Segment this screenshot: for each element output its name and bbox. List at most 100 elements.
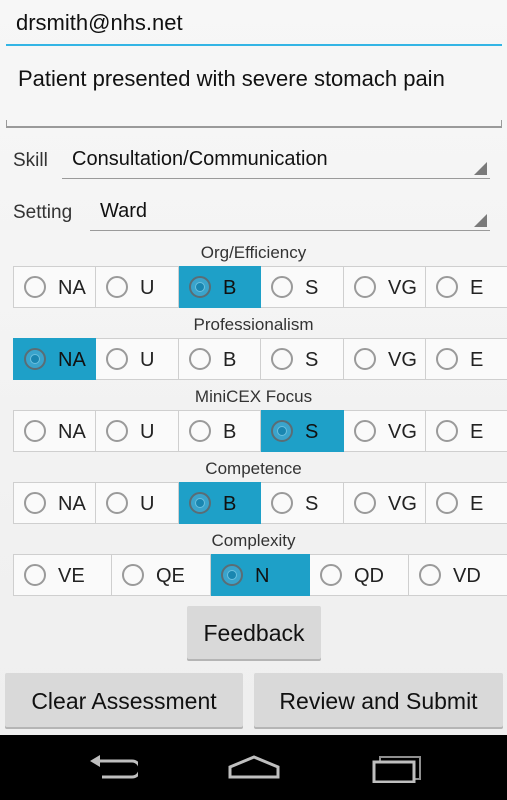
radio-option-u[interactable]: U	[96, 338, 179, 380]
radio-option-label: E	[470, 493, 484, 515]
radio-option-label: E	[470, 349, 484, 371]
radio-option-vg[interactable]: VG	[344, 482, 426, 524]
radio-option-vg[interactable]: VG	[344, 266, 426, 308]
setting-value: Ward	[100, 200, 148, 222]
radio-option-na[interactable]: NA	[13, 410, 96, 452]
radio-icon	[271, 348, 293, 370]
radio-icon	[24, 564, 46, 586]
radio-option-ve[interactable]: VE	[13, 554, 112, 596]
radio-option-label: E	[470, 421, 484, 443]
radio-option-label: VG	[388, 493, 417, 515]
radio-icon	[419, 564, 441, 586]
radio-option-b[interactable]: B	[179, 410, 261, 452]
clear-assessment-button[interactable]: Clear Assessment	[5, 673, 243, 729]
radio-icon	[24, 348, 46, 370]
system-navigation-bar	[0, 735, 507, 800]
radio-icon	[24, 420, 46, 442]
radio-option-vd[interactable]: VD	[409, 554, 507, 596]
email-value: drsmith@nhs.net	[16, 10, 183, 35]
radio-icon	[354, 348, 376, 370]
radio-icon	[106, 492, 128, 514]
radio-option-label: S	[305, 421, 319, 443]
radio-icon	[436, 492, 458, 514]
radio-icon	[354, 276, 376, 298]
radio-option-label: E	[470, 277, 484, 299]
radio-option-u[interactable]: U	[96, 410, 179, 452]
radio-option-e[interactable]: E	[426, 338, 507, 380]
dropdown-arrow-icon	[474, 162, 487, 175]
recent-apps-icon[interactable]	[370, 753, 424, 783]
radio-icon	[436, 420, 458, 442]
email-field[interactable]: drsmith@nhs.net	[6, 6, 502, 46]
radio-option-label: NA	[58, 421, 86, 443]
radio-icon	[24, 492, 46, 514]
radio-icon	[106, 276, 128, 298]
radio-option-label: B	[223, 421, 237, 443]
radio-option-label: QD	[354, 565, 384, 587]
radio-option-label: QE	[156, 565, 185, 587]
review-submit-button[interactable]: Review and Submit	[254, 673, 503, 729]
radio-option-s[interactable]: S	[261, 482, 344, 524]
radio-option-e[interactable]: E	[426, 410, 507, 452]
skill-label: Skill	[13, 150, 48, 171]
radio-icon	[271, 420, 293, 442]
radio-icon	[221, 564, 243, 586]
group-title: Professionalism	[193, 315, 314, 334]
radio-option-s[interactable]: S	[261, 410, 344, 452]
skill-value: Consultation/Communication	[72, 148, 328, 170]
radio-option-qe[interactable]: QE	[112, 554, 211, 596]
radio-icon	[189, 420, 211, 442]
radio-group: NA U B S VG E	[13, 410, 507, 454]
radio-option-label: U	[140, 493, 155, 515]
notes-field[interactable]: Patient presented with severe stomach pa…	[6, 60, 502, 128]
radio-icon	[436, 348, 458, 370]
radio-option-qd[interactable]: QD	[310, 554, 409, 596]
radio-option-e[interactable]: E	[426, 482, 507, 524]
radio-group: NA U B S VG E	[13, 338, 507, 382]
feedback-button[interactable]: Feedback	[187, 606, 321, 661]
radio-option-label: B	[223, 493, 237, 515]
radio-icon	[189, 276, 211, 298]
group-title: Competence	[205, 459, 302, 478]
notes-value: Patient presented with severe stomach pa…	[18, 66, 445, 91]
radio-option-b[interactable]: B	[179, 338, 261, 380]
group-title: Complexity	[211, 531, 296, 550]
back-icon[interactable]	[88, 753, 138, 783]
radio-icon	[106, 348, 128, 370]
home-icon[interactable]	[226, 753, 282, 783]
radio-option-b[interactable]: B	[179, 482, 261, 524]
radio-option-label: S	[305, 277, 319, 299]
group-title: MiniCEX Focus	[194, 387, 313, 406]
radio-option-label: VG	[388, 277, 417, 299]
radio-option-s[interactable]: S	[261, 338, 344, 380]
radio-option-label: VD	[453, 565, 481, 587]
radio-option-u[interactable]: U	[96, 266, 179, 308]
radio-option-label: N	[255, 565, 270, 587]
radio-option-u[interactable]: U	[96, 482, 179, 524]
skill-spinner[interactable]: Consultation/Communication	[62, 144, 490, 179]
radio-option-label: S	[305, 349, 319, 371]
setting-spinner[interactable]: Ward	[90, 196, 490, 231]
radio-option-label: VG	[388, 349, 417, 371]
radio-option-e[interactable]: E	[426, 266, 507, 308]
radio-option-na[interactable]: NA	[13, 266, 96, 308]
radio-icon	[189, 348, 211, 370]
radio-option-b[interactable]: B	[179, 266, 261, 308]
radio-option-s[interactable]: S	[261, 266, 344, 308]
radio-icon	[271, 276, 293, 298]
radio-option-label: B	[223, 277, 237, 299]
radio-option-vg[interactable]: VG	[344, 338, 426, 380]
radio-option-vg[interactable]: VG	[344, 410, 426, 452]
radio-option-n[interactable]: N	[211, 554, 310, 596]
radio-group: VE QE N QD VD	[13, 554, 507, 598]
radio-icon	[24, 276, 46, 298]
radio-group: NA U B S VG E	[13, 266, 507, 310]
radio-icon	[320, 564, 342, 586]
radio-option-na[interactable]: NA	[13, 482, 96, 524]
radio-option-na[interactable]: NA	[13, 338, 96, 380]
radio-icon	[106, 420, 128, 442]
radio-option-label: B	[223, 349, 237, 371]
radio-option-label: NA	[58, 349, 86, 371]
radio-icon	[436, 276, 458, 298]
radio-icon	[122, 564, 144, 586]
